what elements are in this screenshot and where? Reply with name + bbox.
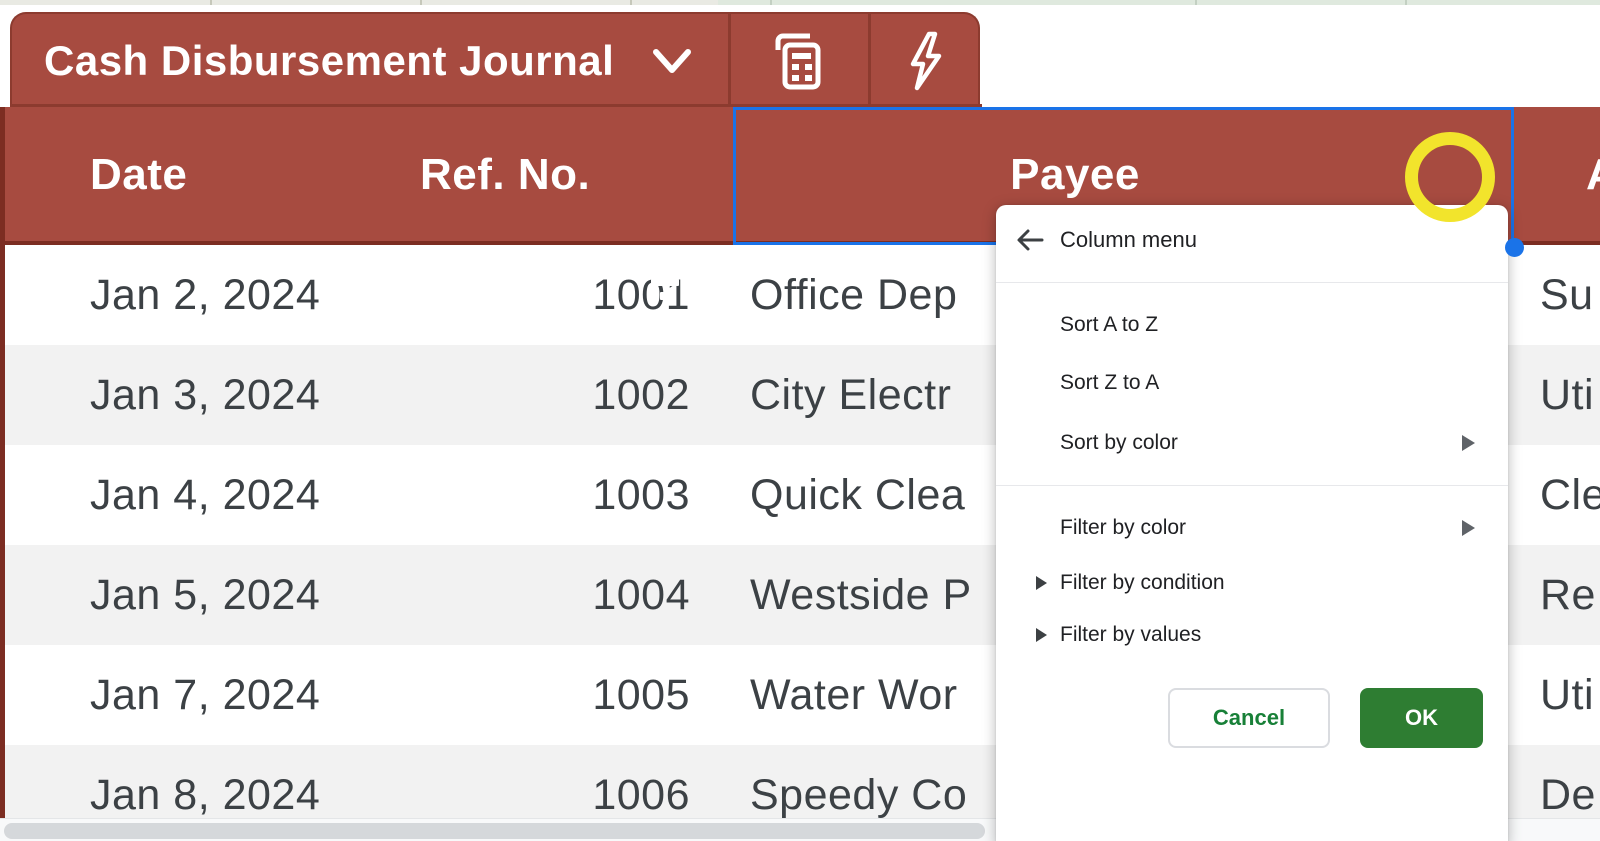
cell-date[interactable]: Jan 5, 2024 [90, 545, 320, 645]
submenu-arrow-icon [1462, 435, 1475, 451]
menu-divider [996, 282, 1508, 283]
cell-date[interactable]: Jan 3, 2024 [90, 345, 320, 445]
ok-button[interactable]: OK [1360, 688, 1483, 748]
menu-item-filter-by-condition[interactable]: Filter by condition [1060, 563, 1225, 603]
sheet-tab-bar: Cash Disbursement Journal [10, 12, 980, 107]
cell-account[interactable]: Uti [1540, 645, 1594, 745]
background-cells-strip [0, 0, 718, 5]
chevron-down-icon[interactable] [650, 46, 694, 76]
cell-account[interactable]: Uti [1540, 345, 1594, 445]
back-arrow-icon[interactable] [1014, 224, 1046, 256]
lightning-bolt-icon [899, 28, 951, 94]
cell-account[interactable]: Re [1540, 545, 1596, 645]
cell-ref-no[interactable]: 1004 [450, 545, 690, 645]
column-header-account[interactable]: A [1586, 107, 1600, 245]
expand-arrow-icon[interactable] [1036, 576, 1047, 590]
column-menu-title: Column menu [1060, 220, 1197, 260]
column-header-ref-no[interactable]: Ref. No. [420, 107, 590, 245]
cell-date[interactable]: Jan 2, 2024 [90, 245, 320, 345]
cell-payee[interactable]: Westside P [750, 545, 972, 645]
table-border [0, 107, 5, 818]
cell-payee[interactable]: Quick Clea [750, 445, 965, 545]
scrollbar-thumb[interactable] [4, 823, 985, 839]
submenu-arrow-icon [1462, 520, 1475, 536]
cell-date[interactable]: Jan 4, 2024 [90, 445, 320, 545]
filter-icon-ref-no[interactable] [642, 266, 688, 302]
cell-gridline [770, 0, 772, 5]
cell-date[interactable]: Jan 7, 2024 [90, 645, 320, 745]
cell-payee[interactable]: Office Dep [750, 245, 957, 345]
quick-actions-button[interactable] [871, 14, 978, 107]
table-tools-button[interactable] [731, 14, 861, 107]
cell-payee[interactable]: City Electr [750, 345, 951, 445]
cell-gridline [1405, 0, 1407, 5]
menu-divider [996, 485, 1508, 486]
cell-gridline [420, 0, 422, 5]
cell-gridline [1195, 0, 1197, 5]
sheet-tab-title[interactable]: Cash Disbursement Journal [44, 14, 614, 109]
cell-account[interactable]: Su [1540, 245, 1594, 345]
cell-gridline [210, 0, 212, 5]
cell-account[interactable]: Cle [1540, 445, 1600, 545]
calculator-icon [769, 30, 823, 92]
cell-gridline [630, 0, 632, 5]
cancel-button[interactable]: Cancel [1168, 688, 1330, 748]
cell-ref-no[interactable]: 1005 [450, 645, 690, 745]
column-header-date[interactable]: Date [90, 107, 187, 245]
background-cells-strip [718, 0, 1600, 5]
menu-item-sort-z-to-a[interactable]: Sort Z to A [1060, 363, 1159, 403]
filter-icon-date[interactable] [310, 266, 356, 302]
expand-arrow-icon[interactable] [1036, 628, 1047, 642]
menu-item-filter-by-values[interactable]: Filter by values [1060, 615, 1201, 655]
menu-item-filter-by-color[interactable]: Filter by color [1060, 508, 1186, 548]
cell-ref-no[interactable]: 1002 [450, 345, 690, 445]
highlight-circle-annotation [1405, 132, 1495, 222]
column-menu-header: Column menu [996, 220, 1508, 260]
selection-fill-handle[interactable] [1505, 238, 1524, 257]
menu-item-sort-a-to-z[interactable]: Sort A to Z [1060, 305, 1158, 345]
cell-ref-no[interactable]: 1003 [450, 445, 690, 545]
menu-item-sort-by-color[interactable]: Sort by color [1060, 423, 1178, 463]
column-menu-panel: Column menu Sort A to Z Sort Z to A Sort… [996, 205, 1508, 841]
cell-payee[interactable]: Water Wor [750, 645, 958, 745]
